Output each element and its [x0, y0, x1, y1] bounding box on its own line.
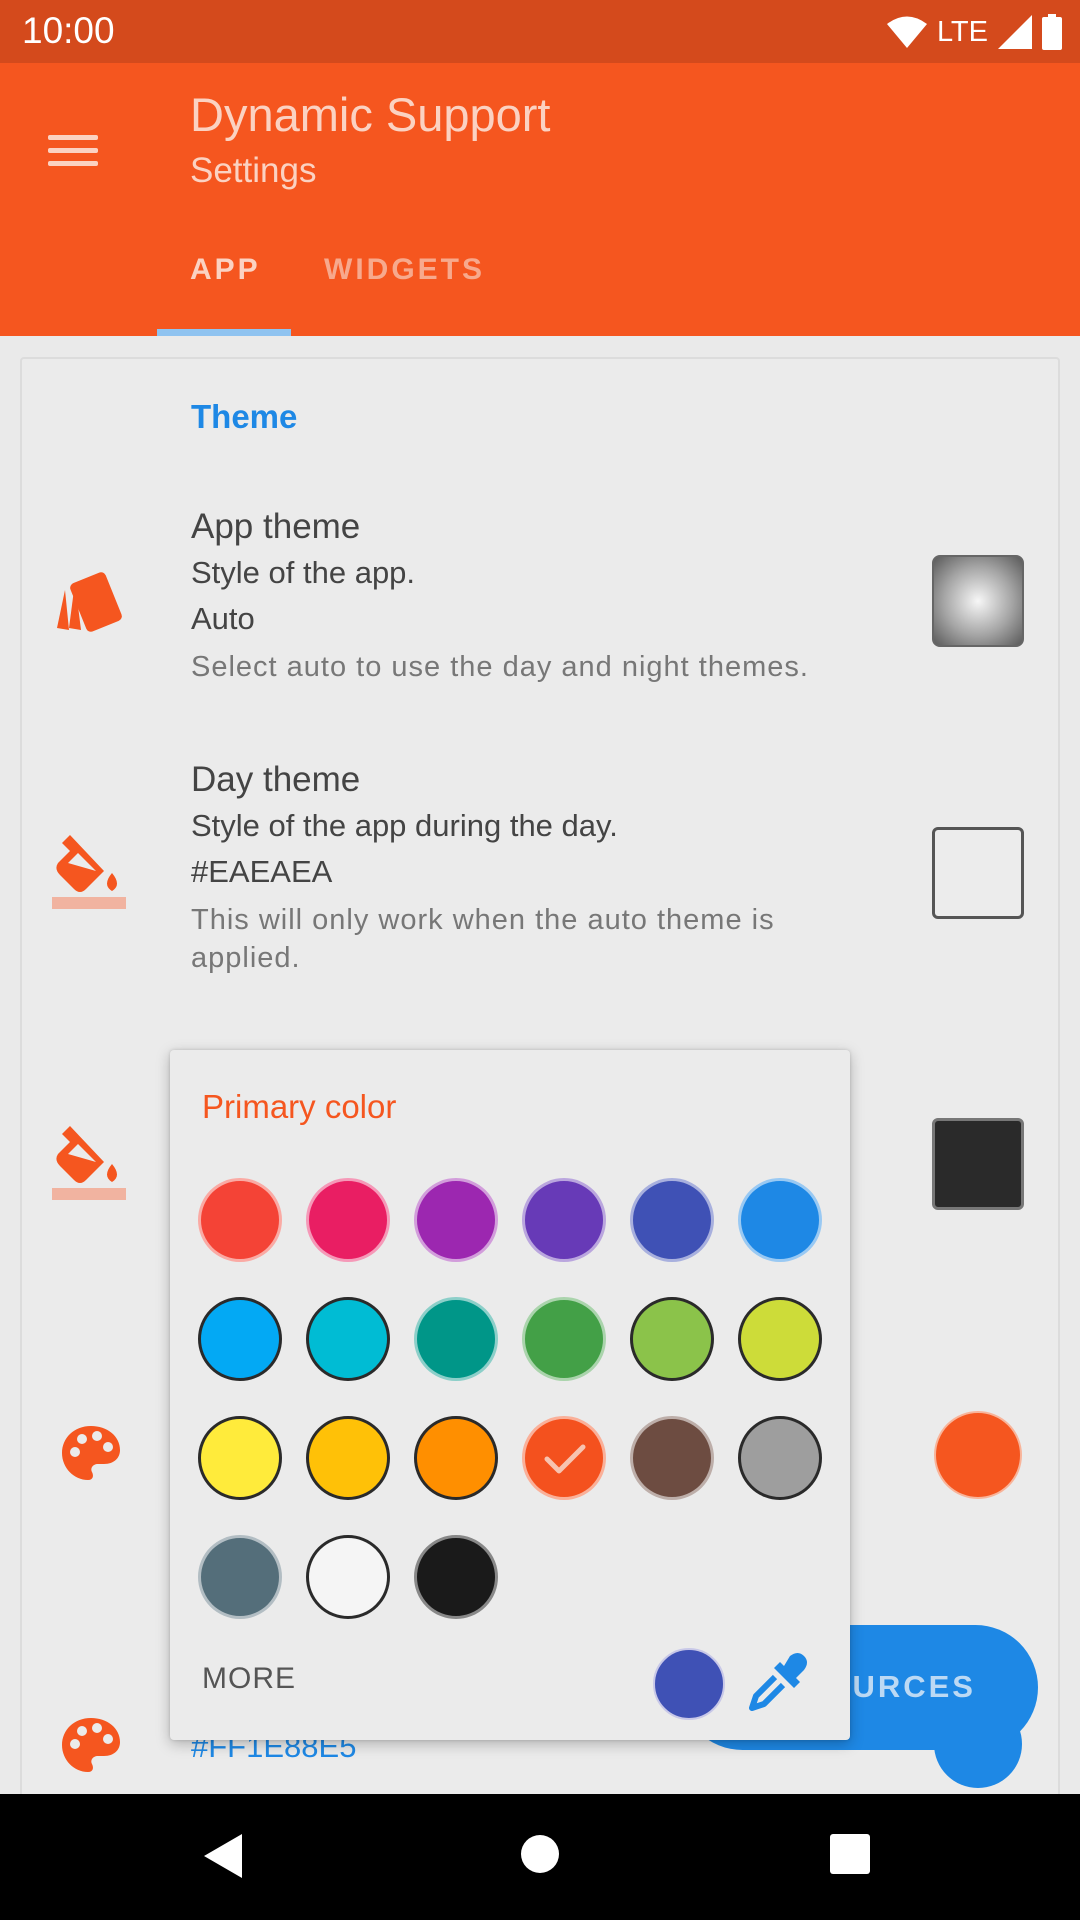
- app-title: Dynamic Support: [190, 88, 551, 141]
- color-swatch[interactable]: [630, 1297, 714, 1381]
- navigation-bar: [0, 1794, 1080, 1920]
- pref-description: This will only work when the auto theme …: [191, 904, 775, 974]
- color-swatch[interactable]: [306, 1416, 390, 1500]
- palette-icon: [62, 1718, 120, 1772]
- network-type-label: LTE: [936, 15, 988, 48]
- tab-widgets[interactable]: WIDGETS: [324, 253, 485, 287]
- color-swatch[interactable]: [198, 1535, 282, 1619]
- app-subtitle: Settings: [190, 151, 317, 190]
- signal-icon: [998, 15, 1032, 49]
- color-swatch[interactable]: [306, 1535, 390, 1619]
- color-swatch[interactable]: [198, 1297, 282, 1381]
- color-swatch[interactable]: [414, 1178, 498, 1262]
- section-title: Theme: [191, 398, 298, 435]
- color-swatch[interactable]: [630, 1416, 714, 1500]
- color-swatch[interactable]: [414, 1297, 498, 1381]
- pref-title: App theme: [191, 507, 361, 546]
- pref-title: Day theme: [191, 760, 361, 799]
- color-swatch[interactable]: [738, 1178, 822, 1262]
- recent-color-swatch[interactable]: [653, 1648, 725, 1720]
- palette-icon: [62, 1426, 120, 1480]
- pref-value: #EAEAEA: [191, 854, 333, 889]
- pref-app-theme[interactable]: App theme Style of the app. Auto Select …: [191, 504, 881, 686]
- recents-icon[interactable]: [830, 1834, 870, 1874]
- more-button[interactable]: MORE: [202, 1662, 296, 1696]
- app-bar: Dynamic Support Settings APP WIDGETS: [0, 63, 1080, 336]
- color-swatch[interactable]: [306, 1297, 390, 1381]
- status-bar: 10:00 LTE: [0, 0, 1080, 63]
- color-swatch[interactable]: [522, 1416, 606, 1500]
- color-swatch[interactable]: [738, 1416, 822, 1500]
- check-icon: [544, 1444, 586, 1474]
- color-swatch[interactable]: [522, 1297, 606, 1381]
- color-swatch[interactable]: [198, 1178, 282, 1262]
- pref-value: Auto: [191, 601, 255, 636]
- color-swatch[interactable]: [414, 1535, 498, 1619]
- color-swatch[interactable]: [630, 1178, 714, 1262]
- theme-cards-icon: [57, 572, 122, 632]
- color-picker-popup: Primary color MORE: [170, 1050, 850, 1740]
- paint-bucket-icon: [52, 835, 126, 909]
- battery-icon: [1042, 14, 1062, 50]
- day-theme-preview[interactable]: [932, 827, 1024, 919]
- status-icons: LTE: [886, 12, 1062, 52]
- pref-summary: Style of the app during the day.: [191, 808, 618, 843]
- color-swatch[interactable]: [522, 1178, 606, 1262]
- night-theme-preview[interactable]: [932, 1118, 1024, 1210]
- eyedropper-icon[interactable]: [742, 1648, 814, 1720]
- color-swatch[interactable]: [306, 1178, 390, 1262]
- menu-button[interactable]: [38, 115, 110, 187]
- pref-day-theme[interactable]: Day theme Style of the app during the da…: [191, 757, 881, 977]
- color-swatch[interactable]: [198, 1416, 282, 1500]
- wifi-icon: [886, 16, 927, 48]
- color-swatch[interactable]: [738, 1297, 822, 1381]
- app-theme-preview[interactable]: [932, 555, 1024, 647]
- tab-indicator: [157, 329, 291, 336]
- back-icon[interactable]: [204, 1834, 244, 1878]
- pref-description: Select auto to use the day and night the…: [191, 651, 809, 683]
- pref-summary: Style of the app.: [191, 555, 416, 590]
- paint-bucket-icon: [52, 1126, 126, 1200]
- popup-title: Primary color: [202, 1088, 397, 1125]
- color-swatch[interactable]: [414, 1416, 498, 1500]
- primary-color-preview[interactable]: [934, 1411, 1022, 1499]
- status-time: 10:00: [22, 10, 115, 51]
- home-icon[interactable]: [520, 1834, 560, 1874]
- tab-app[interactable]: APP: [190, 253, 261, 287]
